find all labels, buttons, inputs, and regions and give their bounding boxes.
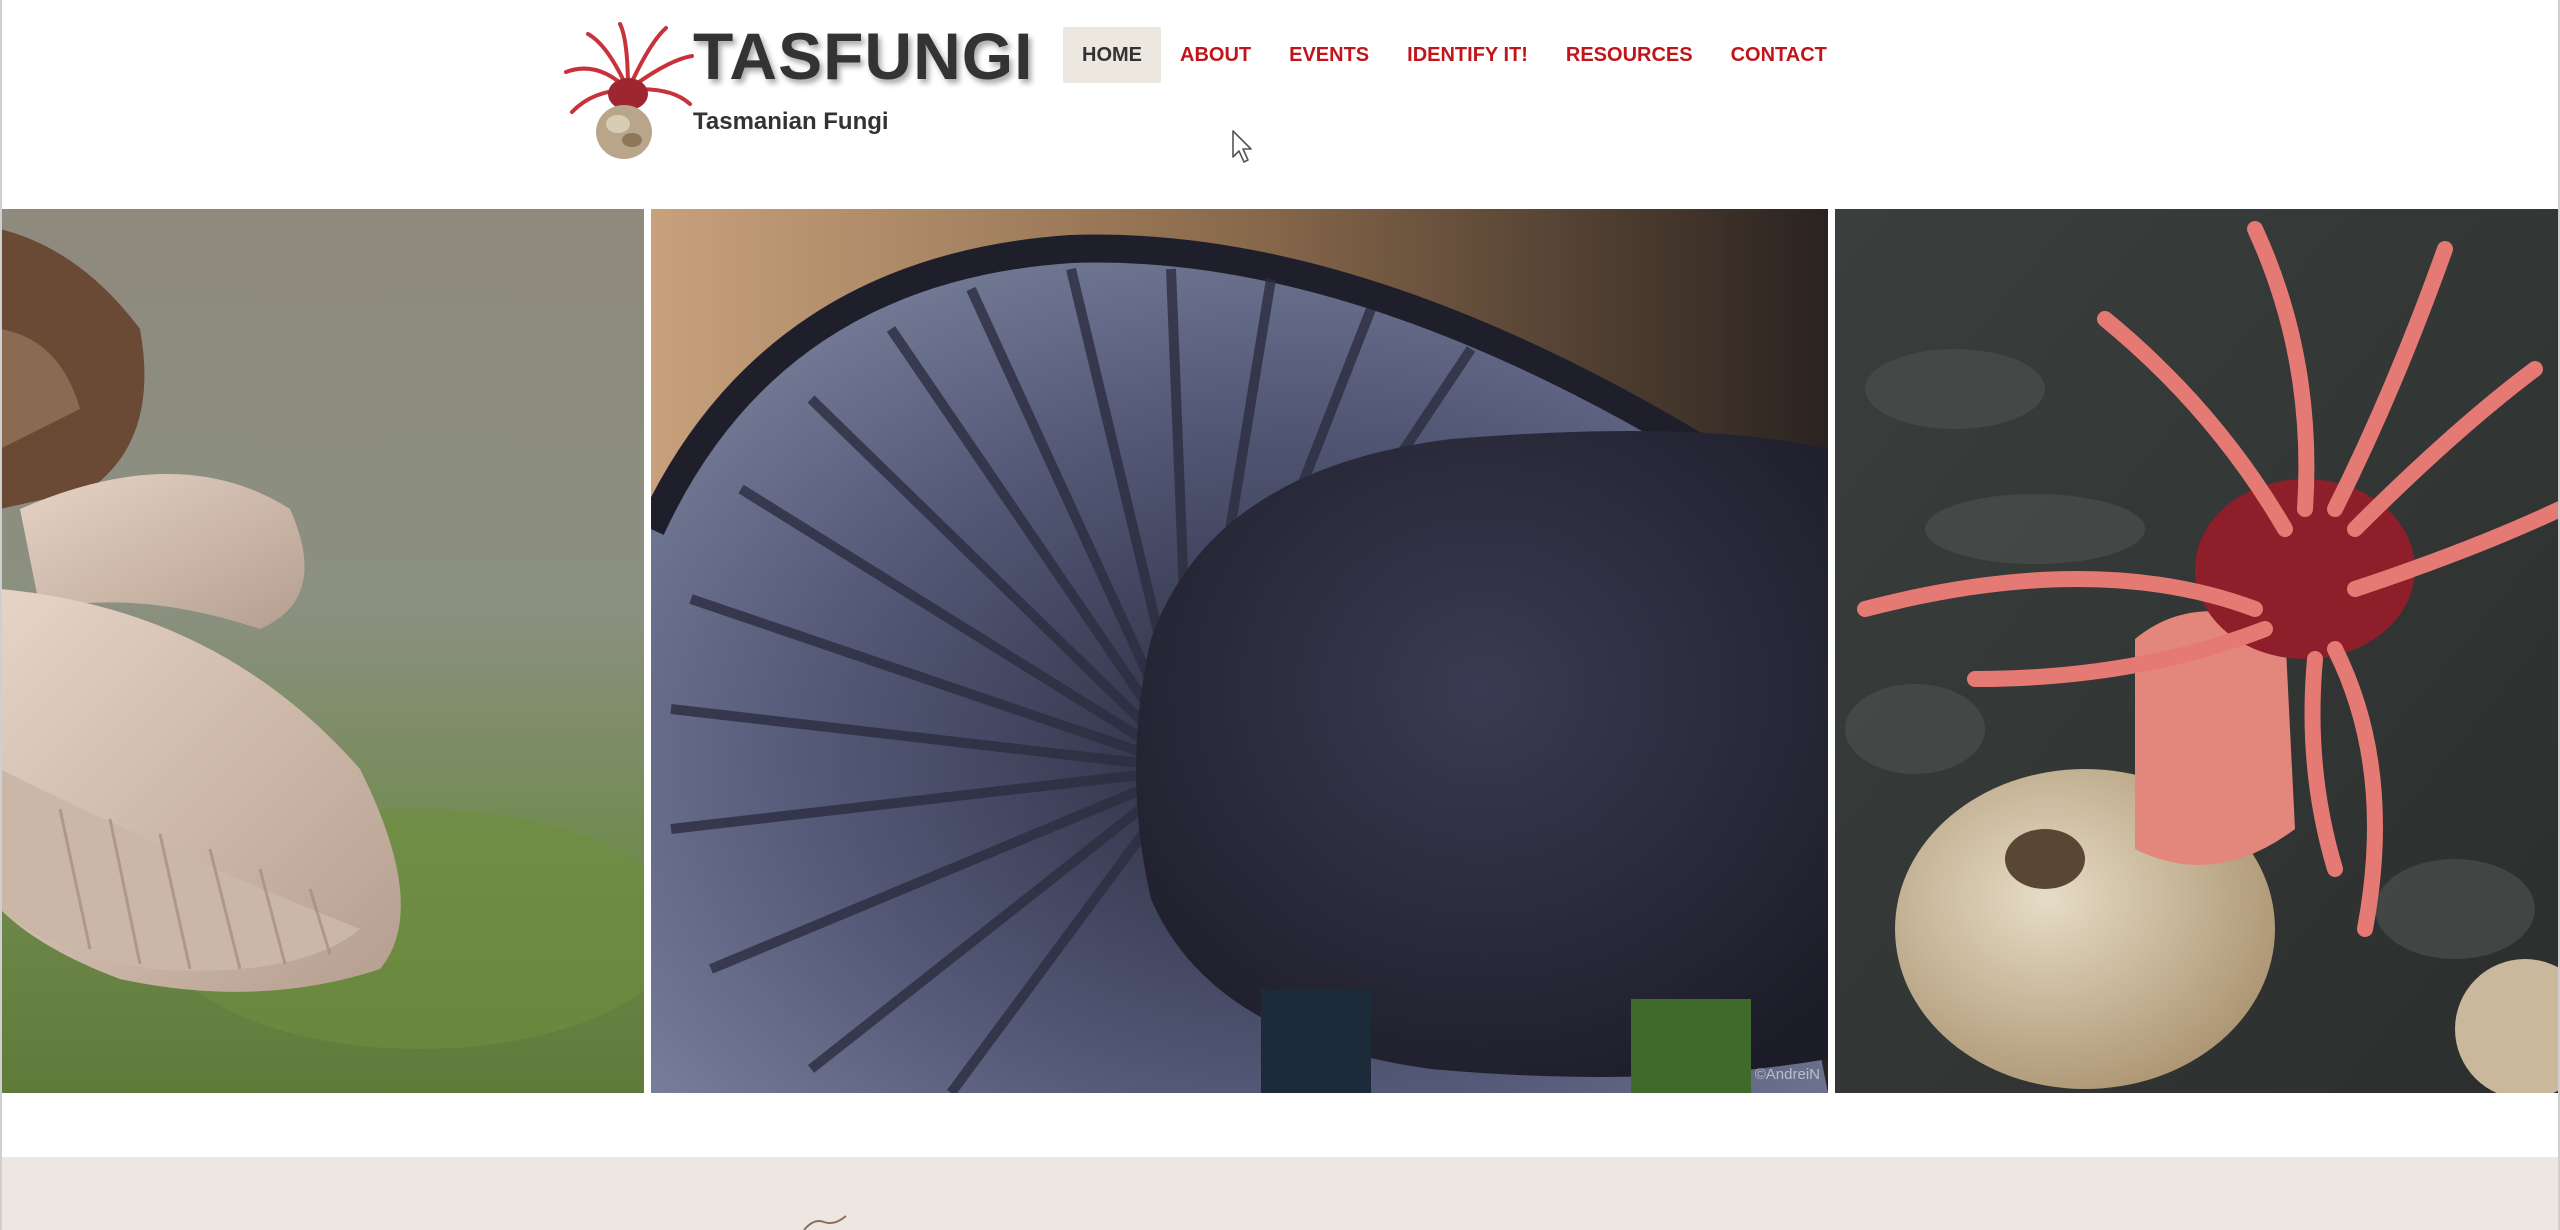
main-nav: HOME ABOUT EVENTS IDENTIFY IT! RESOURCES… [1063,27,1846,83]
dark-mushroom-photo [651,209,1828,1093]
nav-item-events[interactable]: EVENTS [1270,27,1388,83]
nav-item-identify-it[interactable]: IDENTIFY IT! [1388,27,1547,83]
pale-fungus-photo [0,209,644,1093]
carousel-slide-dark-mushroom[interactable]: ©AndreiN [651,209,1828,1093]
site-title[interactable]: TASFUNGI [693,18,1033,94]
footer-band [0,1157,2560,1230]
carousel-slide-anemone-stinkhorn[interactable] [1835,209,2560,1093]
carousel-slide-pale-fungus[interactable] [0,209,644,1093]
nav-item-about[interactable]: ABOUT [1161,27,1270,83]
nav-item-resources[interactable]: RESOURCES [1547,27,1712,83]
mouse-pointer-icon [1232,130,1252,163]
photo-watermark: ©AndreiN [1754,1066,1820,1083]
footer-decoration-icon [803,1215,847,1230]
nav-item-home[interactable]: HOME [1063,27,1161,83]
anemone-stinkhorn-photo [1835,209,2560,1093]
site-header: TASFUNGI Tasmanian Fungi HOME ABOUT EVEN… [0,0,2560,209]
nav-item-contact[interactable]: CONTACT [1712,27,1846,83]
window-frame-left [0,0,2,1230]
site-subtitle: Tasmanian Fungi [693,108,889,135]
logo-icon[interactable] [558,20,698,160]
image-carousel[interactable]: ©AndreiN [0,209,2560,1093]
